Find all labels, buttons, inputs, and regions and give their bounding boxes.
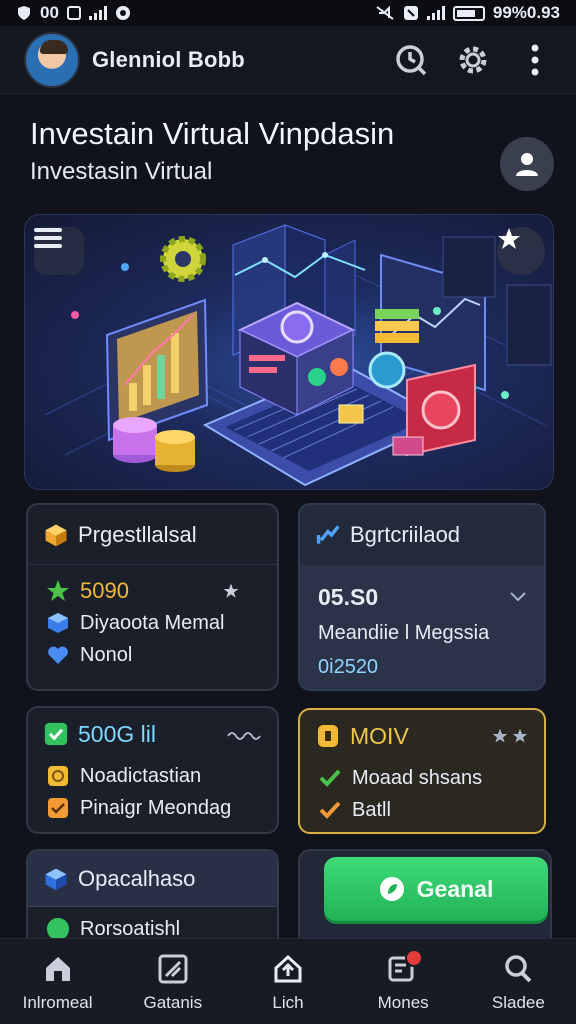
coin-icon	[46, 764, 70, 788]
isometric-tech-illustration	[44, 224, 552, 487]
nav-label-home: Inlromeal	[22, 993, 93, 1012]
nav-item-home[interactable]: Inlromeal	[8, 951, 108, 1013]
avatar[interactable]	[24, 31, 80, 88]
chevron-down-icon[interactable]	[510, 592, 526, 602]
app-status-icon	[115, 6, 130, 20]
check-orange-icon	[318, 798, 342, 822]
card-highlight[interactable]: MOIV Moaad shsans Batll	[298, 708, 546, 834]
tag-icon	[316, 724, 340, 748]
notification-icon	[385, 949, 424, 987]
hero-banner-illustration	[24, 214, 554, 490]
card3-row2: Pinaigr Meondag	[80, 796, 232, 819]
star-small-icon	[512, 728, 528, 743]
app-bar: Glenniol Bobb	[0, 26, 576, 94]
chart-trend-icon	[316, 523, 340, 547]
signal-icon	[426, 6, 445, 20]
general-button-label: Geanal	[416, 875, 494, 902]
card3-row1: Noadictastian	[80, 764, 202, 787]
nav-item-search[interactable]: Sladee	[468, 951, 568, 1013]
card4-title: MOIV	[350, 722, 409, 749]
status-right-text: 99%0.93	[492, 3, 560, 22]
card1-row1: Diyaoota Memal	[80, 611, 225, 634]
profile-button[interactable]	[500, 137, 554, 191]
edit-icon	[155, 951, 191, 987]
task-icon	[46, 796, 70, 820]
nav-label-search: Sladee	[491, 993, 545, 1012]
status-bar: 00 99%0.93	[0, 0, 576, 26]
card1-row2: Nonol	[80, 643, 133, 666]
card2-title: Bgrtcriilaod	[350, 522, 461, 547]
alarm-icon	[403, 6, 418, 20]
cube-blue-icon	[44, 867, 68, 891]
heart-icon	[46, 643, 70, 667]
card-operations[interactable]: Opacalhaso Rorsoatishl	[26, 849, 279, 949]
nav-item-edit[interactable]: Gatanis	[123, 951, 223, 1013]
card4-row1: Moaad shsans	[352, 766, 483, 789]
banner-favorite-button[interactable]	[497, 227, 545, 275]
bottom-nav: Inlromeal Gatanis Lich Mones Sladee	[0, 938, 576, 1024]
page-title: Investain Virtual Vinpdasin	[30, 116, 395, 151]
menu-icon	[34, 228, 62, 248]
nav-item-notifications[interactable]: Mones	[353, 949, 453, 1013]
box-blue-icon	[46, 611, 70, 635]
upload-icon	[270, 951, 306, 987]
signal-icon-left	[88, 6, 107, 20]
app-bar-title: Glenniol Bobb	[92, 46, 245, 72]
page-subtitle: Investasin Virtual	[30, 158, 213, 185]
history-icon[interactable]	[394, 43, 428, 77]
card-action: Geanal	[298, 849, 552, 949]
star-small-icon	[223, 583, 239, 598]
card2-stat: 05.S0	[318, 583, 379, 610]
star-small-icon	[492, 728, 508, 743]
shield-status-icon	[18, 6, 30, 20]
cube-icon	[44, 523, 68, 547]
card1-rating	[223, 583, 259, 599]
check-box-icon	[44, 722, 68, 746]
search-icon	[500, 951, 536, 987]
nav-label-upload: Lich	[272, 993, 304, 1012]
star-icon	[498, 228, 520, 249]
mute-icon	[376, 5, 394, 20]
more-menu-icon[interactable]	[518, 43, 552, 77]
user-icon	[516, 153, 538, 176]
star-green-icon	[46, 579, 70, 603]
card1-stat: 5090	[80, 578, 129, 603]
card4-rating	[492, 728, 528, 744]
card2-row2: 0i2520	[318, 655, 379, 678]
card4-row2: Batll	[352, 798, 391, 821]
nav-label-notifications: Mones	[377, 993, 429, 1012]
coin-stacks	[113, 417, 195, 472]
settings-gear-icon[interactable]	[456, 43, 490, 77]
card-checklist[interactable]: 500G lil Noadictastian Pinaigr Meondag	[26, 706, 279, 834]
half-moon-icon	[249, 584, 256, 598]
sim-icon	[66, 6, 81, 20]
gold-stack	[375, 309, 419, 343]
general-button[interactable]: Geanal	[324, 857, 548, 921]
card3-title: 500G lil	[78, 720, 156, 747]
card-portfolio[interactable]: Prgestllalsal 5090 Diyaoota Memal Nonol	[26, 503, 279, 691]
leaf-icon	[379, 877, 404, 901]
card5-title: Opacalhaso	[78, 865, 196, 891]
card2-row1: Meandiie l Megssia	[318, 621, 490, 644]
nav-item-upload[interactable]: Lich	[238, 951, 338, 1013]
nav-label-edit: Gatanis	[143, 993, 203, 1012]
card1-title: Prgestllalsal	[78, 521, 197, 547]
check-green-icon	[318, 766, 342, 790]
battery-icon	[452, 5, 485, 21]
notification-badge	[405, 949, 424, 967]
wave-icon	[227, 732, 261, 740]
card-market[interactable]: Bgrtcriilaod 05.S0 Meandiie l Megssia 0i…	[298, 503, 546, 691]
status-left-text: 00	[40, 3, 59, 22]
banner-menu-button[interactable]	[34, 227, 84, 275]
home-icon	[40, 951, 76, 987]
